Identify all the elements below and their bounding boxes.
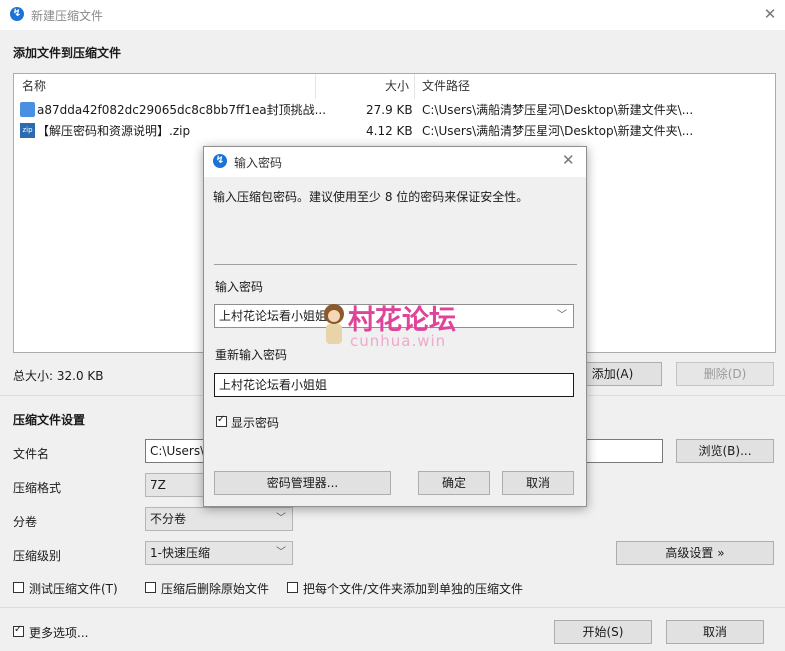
delete-after-checkbox[interactable] — [145, 582, 156, 593]
close-icon[interactable]: ✕ — [562, 151, 575, 169]
chevron-down-icon: ﹀ — [276, 513, 286, 524]
show-password-label[interactable]: 显示密码 — [231, 414, 279, 431]
test-archive-label[interactable]: 测试压缩文件(T) — [29, 580, 118, 597]
cancel-button[interactable]: 取消 — [666, 620, 764, 644]
file-path: C:\Users\满船清梦压星河\Desktop\新建文件夹\... — [422, 124, 694, 138]
password-value: 上村花论坛看小姐姐 — [219, 309, 328, 323]
file-path: C:\Users\满船清梦压星河\Desktop\新建文件夹\... — [422, 103, 694, 117]
split-value: 不分卷 — [150, 512, 187, 526]
bandizip-app-icon: ↯ — [213, 154, 227, 168]
more-options-checkbox[interactable] — [13, 624, 24, 637]
file-name: 【解压密码和资源说明】.zip — [37, 124, 191, 138]
bandizip-app-icon: ↯ — [10, 7, 24, 21]
password-label: 输入密码 — [215, 280, 264, 294]
file-size: 4.12 KB — [366, 124, 413, 138]
watermark-mascot-icon — [320, 302, 348, 352]
start-button[interactable]: 开始(S) — [554, 620, 652, 644]
separate-archives-checkbox[interactable] — [287, 582, 298, 593]
split-select[interactable]: 不分卷 ﹀ — [145, 507, 293, 531]
chevron-down-icon[interactable]: ﹀ — [557, 305, 567, 327]
level-label: 压缩级别 — [13, 549, 62, 563]
confirm-password-label: 重新输入密码 — [215, 348, 288, 362]
close-icon[interactable]: ✕ — [760, 4, 780, 24]
ok-button[interactable]: 确定 — [418, 471, 490, 495]
watermark-subtext: cunhua.win — [350, 332, 447, 350]
column-header-size[interactable]: 大小 — [385, 74, 409, 99]
filename-label: 文件名 — [13, 447, 50, 461]
browse-button[interactable]: 浏览(B)... — [676, 439, 774, 463]
chevron-down-icon: ﹀ — [276, 547, 286, 558]
dialog-cancel-button[interactable]: 取消 — [502, 471, 574, 495]
table-row[interactable]: zip 【解压密码和资源说明】.zip 4.12 KB C:\Users\满船清… — [14, 121, 775, 141]
dialog-title-bar: ↯ 输入密码 ✕ — [204, 147, 586, 177]
more-options-label[interactable]: 更多选项... — [29, 624, 88, 641]
show-password-checkbox[interactable] — [216, 414, 227, 427]
column-header-path[interactable]: 文件路径 — [422, 74, 470, 99]
file-name: a87dda42f082dc29065dc8c8bb7ff1ea封顶挑战... — [37, 103, 327, 117]
zip-file-icon: zip — [20, 123, 35, 138]
column-header-name[interactable]: 名称 — [22, 74, 46, 99]
add-files-heading: 添加文件到压缩文件 — [13, 46, 122, 60]
divider — [0, 607, 785, 608]
split-label: 分卷 — [13, 515, 38, 529]
window-title: 新建压缩文件 — [31, 9, 104, 23]
column-divider — [315, 74, 316, 99]
format-label: 压缩格式 — [13, 481, 62, 495]
total-size: 总大小: 32.0 KB — [13, 369, 104, 383]
delete-button[interactable]: 删除(D) — [676, 362, 774, 386]
confirm-password-input[interactable]: 上村花论坛看小姐姐 — [214, 373, 574, 397]
file-size: 27.9 KB — [366, 103, 413, 117]
delete-after-label[interactable]: 压缩后删除原始文件 — [161, 580, 269, 597]
dialog-title: 输入密码 — [234, 156, 283, 170]
level-select[interactable]: 1-快速压缩 ﹀ — [145, 541, 293, 565]
title-bar: ↯ 新建压缩文件 ✕ — [0, 0, 785, 30]
column-divider — [414, 74, 415, 99]
file-icon — [20, 102, 35, 117]
test-archive-checkbox[interactable] — [13, 582, 24, 593]
separate-archives-label[interactable]: 把每个文件/文件夹添加到单独的压缩文件 — [303, 580, 523, 597]
settings-heading: 压缩文件设置 — [13, 413, 86, 427]
password-manager-button[interactable]: 密码管理器... — [214, 471, 391, 495]
dialog-description: 输入压缩包密码。建议使用至少 8 位的密码来保证安全性。 — [213, 190, 529, 204]
advanced-settings-button[interactable]: 高级设置 » — [616, 541, 774, 565]
format-value: 7Z — [150, 478, 166, 492]
table-row[interactable]: a87dda42f082dc29065dc8c8bb7ff1ea封顶挑战... … — [14, 100, 775, 120]
divider — [214, 264, 577, 265]
level-value: 1-快速压缩 — [150, 546, 210, 560]
